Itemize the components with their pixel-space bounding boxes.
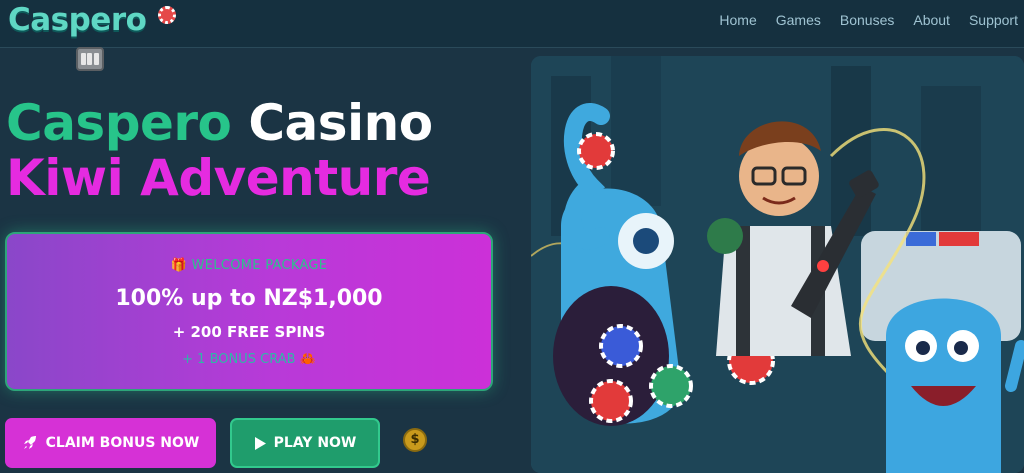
claim-bonus-label: CLAIM BONUS NOW (45, 435, 200, 451)
hero-title: Caspero Casino Kiwi Adventure (6, 96, 433, 206)
title-casino: Casino (248, 94, 433, 152)
free-spins: + 200 FREE SPINS (172, 323, 326, 341)
dollar-coin-icon: $ (403, 428, 427, 452)
poker-chip-icon (157, 6, 176, 24)
ghost-hunter-artwork (531, 56, 1024, 473)
gift-icon: 🎁 (170, 258, 188, 273)
slot-machine-icon (76, 47, 104, 71)
claim-bonus-button[interactable]: CLAIM BONUS NOW (5, 418, 216, 468)
crab-icon: 🦀 (299, 352, 316, 367)
nav-support[interactable]: Support (969, 12, 1018, 28)
welcome-package-card: 🎁 WELCOME PACKAGE 100% up to NZ$1,000 + … (5, 232, 493, 391)
play-now-label: PLAY NOW (273, 435, 357, 451)
rocket-icon (23, 436, 36, 449)
nav-home[interactable]: Home (719, 12, 756, 28)
title-subheading: Kiwi Adventure (6, 149, 431, 207)
nav-games[interactable]: Games (776, 12, 821, 28)
welcome-label: WELCOME PACKAGE (191, 258, 328, 273)
bonus-amount: 100% up to NZ$1,000 (115, 286, 383, 311)
site-header: Caspero Home Games Bonuses About Support (0, 0, 1024, 48)
casino-logo[interactable]: Caspero (8, 2, 176, 38)
bonus-crab: + 1 BONUS CRAB (182, 352, 296, 367)
welcome-label-row: 🎁 WELCOME PACKAGE (7, 258, 491, 273)
play-icon (254, 436, 266, 450)
nav-about[interactable]: About (913, 12, 950, 28)
hero-illustration (531, 56, 1024, 473)
main-nav: Home Games Bonuses About Support (719, 12, 1018, 28)
title-brand: Caspero (6, 94, 232, 152)
play-now-button[interactable]: PLAY NOW (230, 418, 380, 468)
nav-bonuses[interactable]: Bonuses (840, 12, 894, 28)
bonus-crab-row: + 1 BONUS CRAB 🦀 (7, 352, 491, 367)
logo-text: Caspero (8, 2, 147, 38)
